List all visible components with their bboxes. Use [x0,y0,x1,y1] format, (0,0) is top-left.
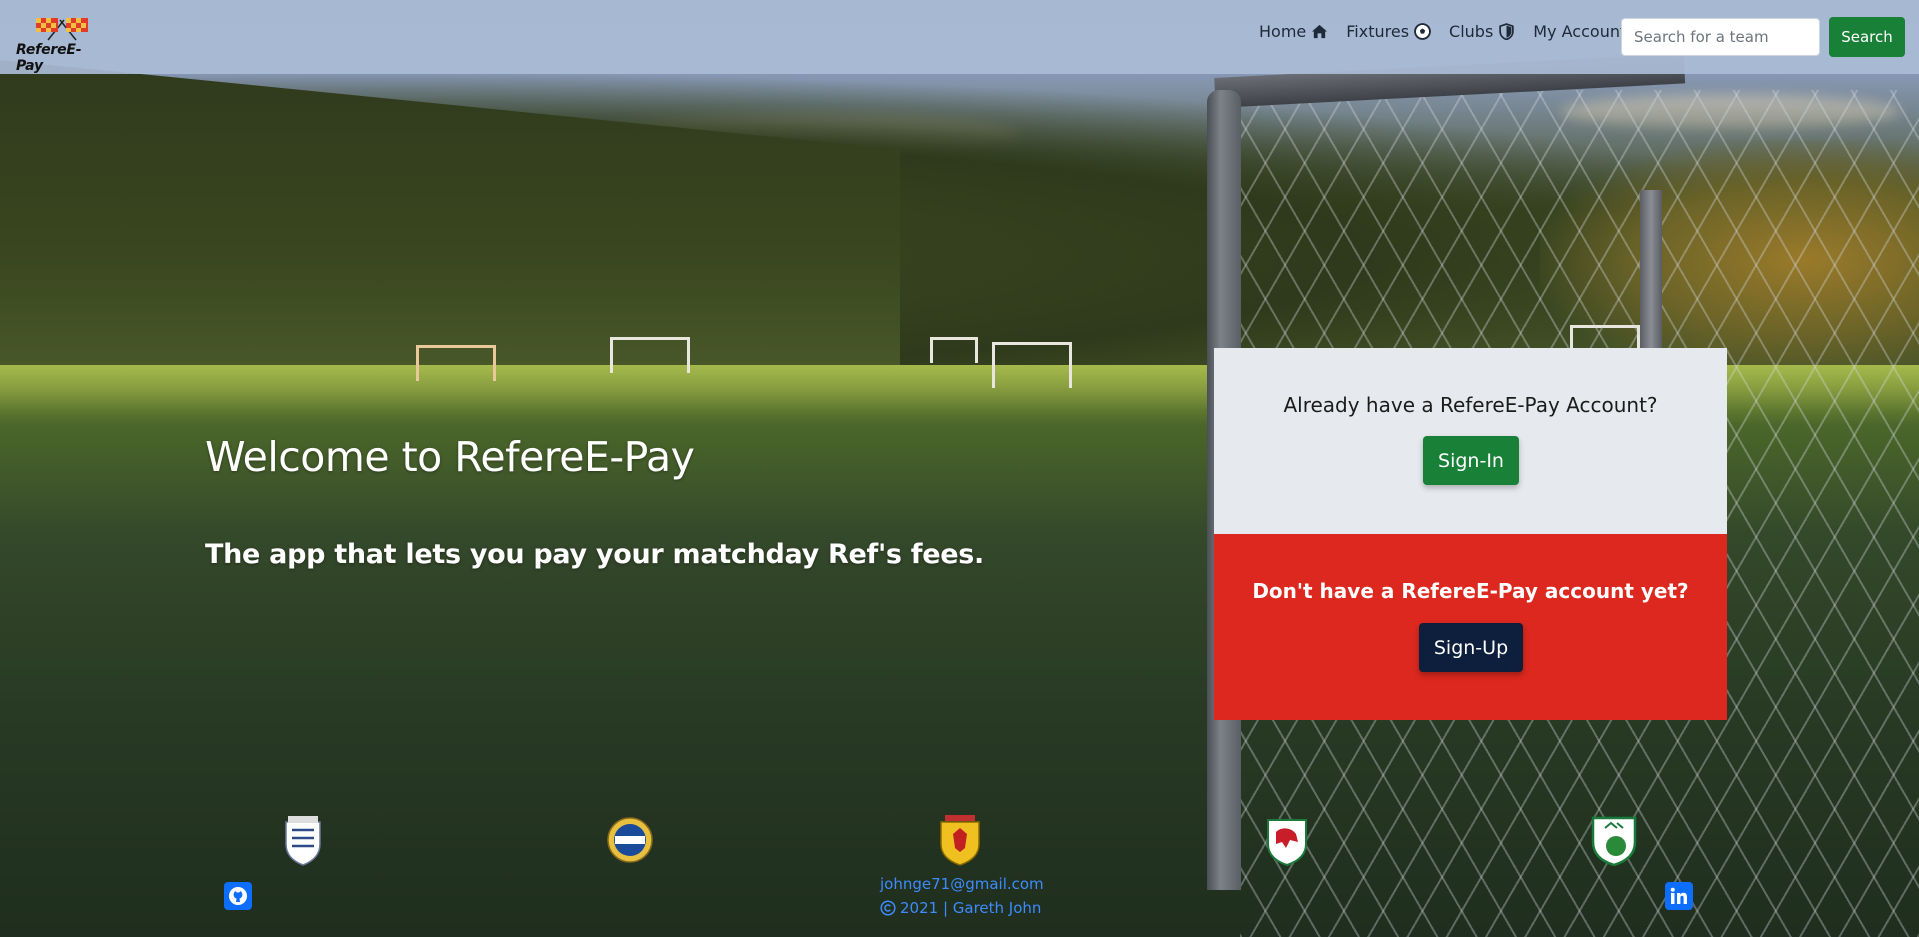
github-link[interactable] [224,882,252,910]
hero-subtitle: The app that lets you pay your matchday … [205,539,984,570]
nav-account-label: My Account [1533,22,1627,41]
nav-home-label: Home [1259,22,1307,41]
shield-icon [1499,23,1515,40]
northern-ireland-ifa-crest-icon [607,817,653,863]
linkedin-link[interactable] [1665,882,1693,910]
nav-clubs-label: Clubs [1449,22,1494,41]
nav-fixtures-label: Fixtures [1346,22,1410,41]
distant-goal [416,345,496,381]
signin-question: Already have a RefereE-Pay Account? [1283,393,1658,417]
distant-goal [930,337,978,363]
nav-home-link[interactable]: Home [1259,22,1328,41]
signup-question: Don't have a RefereE-Pay account yet? [1252,579,1689,603]
top-navbar: RefereE-Pay Home Fixtures Clubs My Accou… [0,0,1919,74]
signup-button[interactable]: Sign-Up [1419,623,1523,672]
copyright-icon [880,900,896,916]
checkered-flags-icon [36,18,88,41]
scotland-sfa-crest-icon [940,815,980,866]
github-icon [229,887,247,905]
nav-links: Home Fixtures Clubs My Account [1259,22,1646,41]
football-icon [1414,23,1431,40]
footer-copyright: 2021 | Gareth John [880,899,1041,917]
search-button[interactable]: Search [1829,17,1905,57]
signin-panel: Already have a RefereE-Pay Account? Sign… [1214,348,1727,534]
distant-goal [992,342,1072,388]
search-input[interactable] [1621,18,1820,56]
hero-title: Welcome to RefereE-Pay [205,433,695,481]
signin-button[interactable]: Sign-In [1423,436,1519,485]
distant-goal [610,337,690,373]
house-icon [1312,24,1328,39]
wales-faw-crest-icon [1267,819,1307,866]
brand-logo-link[interactable]: RefereE-Pay [16,12,106,74]
linkedin-icon [1670,887,1687,904]
ireland-fai-crest-icon [1591,816,1637,866]
footer-email-link[interactable]: johnge71@gmail.com [880,875,1044,893]
england-fa-crest-icon [285,816,321,866]
nav-fixtures-link[interactable]: Fixtures [1346,22,1431,41]
copyright-text: 2021 | Gareth John [900,899,1042,917]
nav-clubs-link[interactable]: Clubs [1449,22,1515,41]
signup-panel: Don't have a RefereE-Pay account yet? Si… [1214,534,1727,720]
brand-name: RefereE-Pay [16,42,82,74]
